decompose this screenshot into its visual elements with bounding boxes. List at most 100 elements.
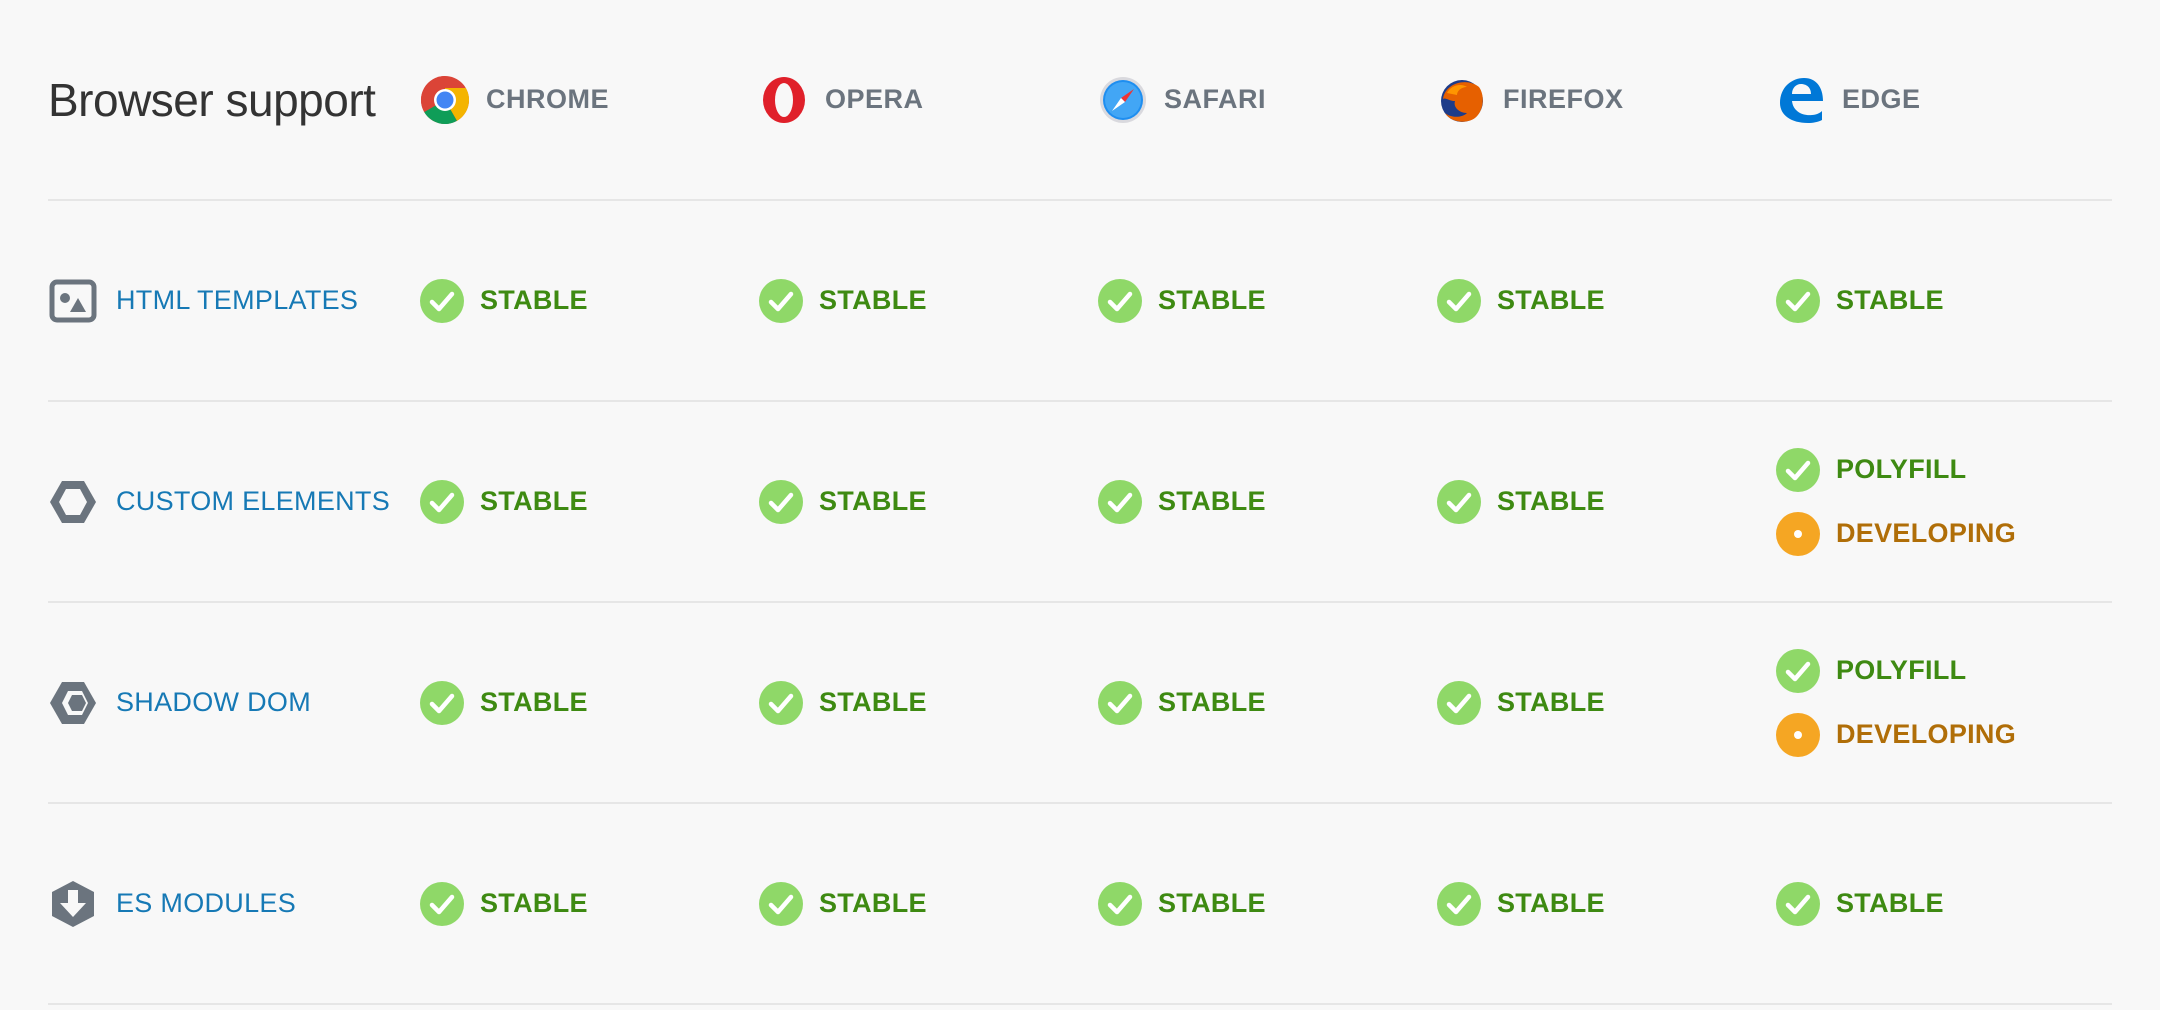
support-status: STABLE xyxy=(420,872,759,936)
check-circle-icon xyxy=(1098,278,1142,323)
status-label: STABLE xyxy=(1497,888,1605,918)
feature-name[interactable]: CUSTOM ELEMENTS xyxy=(116,486,390,517)
firefox-icon xyxy=(1441,79,1483,122)
check-circle-icon xyxy=(1437,680,1481,725)
support-status: POLYFILL xyxy=(1776,639,2112,703)
browser-header: FIREFOX xyxy=(1437,75,1776,125)
feature-row: ES MODULES STABLE STABLE STABLE STABLE S… xyxy=(48,804,2112,1005)
download-hexagon-icon xyxy=(52,880,94,927)
status-label: STABLE xyxy=(480,486,588,516)
check-circle-icon xyxy=(1437,278,1481,323)
check-circle-icon xyxy=(420,680,464,725)
support-status: STABLE xyxy=(759,872,1098,936)
feature-name[interactable]: ES MODULES xyxy=(116,888,296,919)
support-status: STABLE xyxy=(1098,269,1437,333)
check-circle-icon xyxy=(759,278,803,323)
support-status: STABLE xyxy=(420,269,759,333)
status-label: STABLE xyxy=(480,687,588,717)
status-label: STABLE xyxy=(1158,486,1266,516)
edge-icon xyxy=(1780,77,1823,123)
browser-column-safari: SAFARI xyxy=(1098,75,1437,125)
browser-column-opera: OPERA xyxy=(759,75,1098,125)
check-circle-icon xyxy=(1098,479,1142,524)
check-circle-icon xyxy=(1776,648,1820,693)
developing-dot-icon xyxy=(1776,511,1820,556)
title-cell: Browser support xyxy=(48,73,420,127)
check-circle-icon xyxy=(1776,881,1820,926)
feature-cell: SHADOW DOM xyxy=(48,678,420,728)
feature-link[interactable]: HTML TEMPLATES xyxy=(48,276,358,326)
support-status: STABLE xyxy=(1437,269,1776,333)
support-cell-edge: POLYFILL DEVELOPING xyxy=(1776,438,2112,566)
support-cell-firefox: STABLE xyxy=(1437,269,1776,333)
image-template-icon xyxy=(49,279,97,322)
feature-cell: ES MODULES xyxy=(48,879,420,929)
support-status: STABLE xyxy=(1437,671,1776,735)
feature-link[interactable]: CUSTOM ELEMENTS xyxy=(48,477,390,527)
feature-cell: CUSTOM ELEMENTS xyxy=(48,477,420,527)
support-cell-opera: STABLE xyxy=(759,872,1098,936)
feature-row: CUSTOM ELEMENTS STABLE STABLE STABLE STA… xyxy=(48,402,2112,603)
support-cell-safari: STABLE xyxy=(1098,470,1437,534)
feature-link[interactable]: SHADOW DOM xyxy=(48,678,311,728)
support-cell-opera: STABLE xyxy=(759,671,1098,735)
status-label: DEVELOPING xyxy=(1836,518,2017,548)
opera-icon xyxy=(763,76,805,123)
developing-dot-icon xyxy=(1776,712,1820,757)
status-label: STABLE xyxy=(480,888,588,918)
support-cell-edge: STABLE xyxy=(1776,872,2112,936)
status-label: STABLE xyxy=(1158,888,1266,918)
status-label: STABLE xyxy=(1836,888,1944,918)
status-label: STABLE xyxy=(819,687,927,717)
page-title: Browser support xyxy=(48,73,376,126)
browser-name: OPERA xyxy=(825,84,924,114)
feature-row: HTML TEMPLATES STABLE STABLE STABLE STAB… xyxy=(48,201,2112,402)
browser-header: EDGE xyxy=(1776,75,2112,125)
status-label: STABLE xyxy=(1497,687,1605,717)
feature-name[interactable]: SHADOW DOM xyxy=(116,687,311,718)
check-circle-icon xyxy=(420,479,464,524)
support-status: STABLE xyxy=(1776,269,2112,333)
header-row: Browser support CHROME OPERA SAFARI FIRE… xyxy=(48,0,2112,201)
support-cell-firefox: STABLE xyxy=(1437,872,1776,936)
status-label: POLYFILL xyxy=(1836,655,1967,685)
feature-link[interactable]: ES MODULES xyxy=(48,879,296,929)
support-cell-safari: STABLE xyxy=(1098,671,1437,735)
browser-name: CHROME xyxy=(486,84,609,114)
check-circle-icon xyxy=(1437,881,1481,926)
support-status: STABLE xyxy=(1098,671,1437,735)
support-cell-chrome: STABLE xyxy=(420,470,759,534)
feature-rows: HTML TEMPLATES STABLE STABLE STABLE STAB… xyxy=(48,201,2112,1005)
chrome-icon xyxy=(420,75,470,124)
support-status: STABLE xyxy=(420,671,759,735)
support-cell-safari: STABLE xyxy=(1098,269,1437,333)
support-cell-opera: STABLE xyxy=(759,470,1098,534)
check-circle-icon xyxy=(1437,479,1481,524)
status-label: STABLE xyxy=(1158,687,1266,717)
support-cell-firefox: STABLE xyxy=(1437,671,1776,735)
hexagon-icon xyxy=(50,480,96,523)
status-label: DEVELOPING xyxy=(1836,719,2017,749)
status-label: STABLE xyxy=(1497,486,1605,516)
support-cell-edge: STABLE xyxy=(1776,269,2112,333)
status-label: STABLE xyxy=(819,888,927,918)
check-circle-icon xyxy=(420,881,464,926)
support-status: POLYFILL xyxy=(1776,438,2112,502)
status-label: STABLE xyxy=(1836,285,1944,315)
support-status: STABLE xyxy=(1098,470,1437,534)
support-cell-edge: POLYFILL DEVELOPING xyxy=(1776,639,2112,767)
support-cell-chrome: STABLE xyxy=(420,872,759,936)
feature-row: SHADOW DOM STABLE STABLE STABLE STABLE P… xyxy=(48,603,2112,804)
status-label: STABLE xyxy=(819,285,927,315)
status-label: POLYFILL xyxy=(1836,454,1967,484)
feature-name[interactable]: HTML TEMPLATES xyxy=(116,285,358,316)
support-status: DEVELOPING xyxy=(1776,502,2112,566)
browser-name: SAFARI xyxy=(1164,84,1267,114)
check-circle-icon xyxy=(420,278,464,323)
status-label: STABLE xyxy=(819,486,927,516)
check-circle-icon xyxy=(1776,278,1820,323)
status-label: STABLE xyxy=(1158,285,1266,315)
browser-header: CHROME xyxy=(420,75,759,125)
browser-name: FIREFOX xyxy=(1503,84,1624,114)
browser-header: OPERA xyxy=(759,75,1098,125)
